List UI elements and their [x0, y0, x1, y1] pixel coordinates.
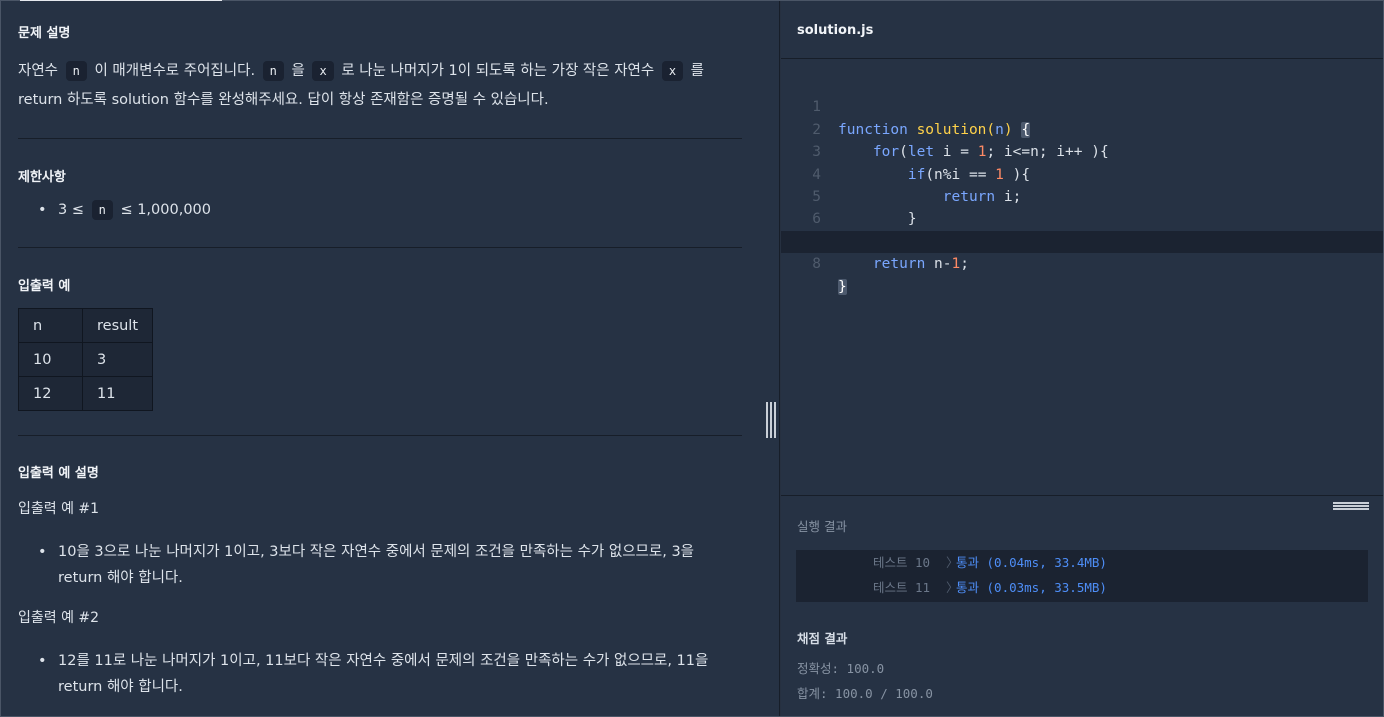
io-explain-heading: 입출력 예 설명 [18, 466, 99, 481]
results-output: 테스트 10 〉 통과 (0.04ms, 33.4MB) 테스트 11 〉 통과… [796, 550, 1368, 602]
result-line: 테스트 11 〉 통과 (0.03ms, 33.5MB) [796, 575, 1368, 600]
code-line[interactable]: 6 } [781, 186, 1383, 249]
example-1-text: 10을 3으로 나눈 나머지가 1이고, 3보다 작은 자연수 중에서 문제의 … [18, 539, 694, 591]
desc-text-5: 를 [690, 63, 705, 79]
inline-code-n: n [262, 61, 284, 81]
section-divider [18, 138, 742, 139]
table-cell: 12 [18, 376, 83, 411]
desc-text-line2: return 하도록 solution 함수를 완성해주세요. 답이 항상 존재… [18, 92, 549, 108]
problem-panel: 문제 설명 자연수 n 이 매개변수로 주어집니다. n 을 x 로 나눈 나머… [1, 1, 760, 716]
code-panel: solution.js 1 function solution(n) { 2 f… [781, 1, 1383, 716]
code-line-active[interactable]: 8 } [781, 230, 1383, 295]
inline-code-n: n [65, 61, 87, 81]
result-line: 테스트 10 〉 통과 (0.04ms, 33.4MB) [796, 550, 1368, 575]
horizontal-drag-handle-icon[interactable] [1333, 502, 1369, 510]
example-1-heading: 입출력 예 #1 [18, 501, 100, 517]
panel-splitter[interactable] [760, 1, 780, 716]
table-cell: 11 [81, 376, 154, 411]
test-label: 테스트 10 [873, 555, 931, 570]
desc-text-3: 을 [291, 63, 305, 79]
file-name: solution.js [797, 23, 874, 38]
code-line[interactable]: 4 return i; [781, 141, 1383, 205]
constraint-item: 3 ≤ n ≤ 1,000,000 [18, 197, 211, 223]
io-example-table: n result 10 3 12 11 [18, 308, 154, 411]
description-text: 자연수 n 이 매개변수로 주어집니다. n 을 x 로 나눈 나머지가 1이 … [18, 57, 704, 115]
test-result: 통과 (0.03ms, 33.5MB) [956, 580, 1107, 595]
example-2-line1: 12를 11로 나눈 나머지가 1이고, 11보다 작은 자연수 중에서 문제의… [58, 653, 709, 669]
example-1-line2: return 해야 합니다. [58, 570, 183, 586]
table-header-row: n result [18, 308, 154, 343]
editor-header: solution.js [781, 1, 1383, 59]
constraints-heading: 제한사항 [18, 170, 66, 185]
example-1-line1: 10을 3으로 나눈 나머지가 1이고, 3보다 작은 자연수 중에서 문제의 … [58, 544, 695, 560]
inline-code-n: n [91, 200, 113, 220]
inline-code-x: x [312, 61, 334, 81]
accuracy-score: 정확성: 100.0 [797, 661, 885, 676]
desc-text-4: 로 나눈 나머지가 1이 되도록 하는 가장 작은 자연수 [341, 63, 655, 79]
total-score: 합계: 100.0 / 100.0 [797, 686, 933, 701]
desc-text-1: 자연수 [18, 63, 59, 79]
example-2-heading: 입출력 예 #2 [18, 610, 100, 626]
grade-title: 채점 결과 [797, 631, 848, 646]
results-panel: 실행 결과 테스트 10 〉 통과 (0.04ms, 33.4MB) 테스트 1… [781, 495, 1383, 716]
section-divider [18, 435, 742, 436]
example-2-line2: return 해야 합니다. [58, 679, 183, 695]
code-line[interactable]: 2 for(let i = 1; i<=n; i++ ){ [781, 96, 1383, 160]
test-label: 테스트 11 [873, 580, 931, 595]
code-text[interactable]: } [838, 276, 847, 298]
table-row: 12 11 [18, 376, 154, 411]
description-heading: 문제 설명 [18, 26, 71, 41]
table-cell: 3 [81, 342, 154, 377]
inline-code-x: x [661, 61, 684, 81]
code-text[interactable]: return n-1; [838, 253, 969, 275]
table-cell: 10 [18, 342, 83, 377]
io-example-heading: 입출력 예 [18, 279, 71, 294]
results-title: 실행 결과 [797, 519, 847, 534]
table-row: 10 3 [18, 342, 154, 377]
example-2-text: 12를 11로 나눈 나머지가 1이고, 11보다 작은 자연수 중에서 문제의… [18, 648, 708, 700]
vertical-drag-handle-icon[interactable] [766, 402, 776, 438]
test-result: 통과 (0.04ms, 33.4MB) [956, 555, 1107, 570]
code-line[interactable]: 7 return n-1; [781, 208, 1383, 272]
code-line[interactable]: 3 if(n%i == 1 ){ [781, 119, 1383, 182]
table-header-cell: result [81, 308, 154, 343]
code-line[interactable]: 5 } [781, 164, 1383, 227]
code-line[interactable]: 1 function solution(n) { [781, 74, 1383, 138]
line-number: 8 [812, 256, 821, 273]
table-header-cell: n [18, 308, 83, 343]
desc-text-2: 이 매개변수로 주어집니다. [94, 63, 256, 79]
constraint-pre: 3 ≤ [58, 202, 84, 218]
code-editor[interactable]: 1 function solution(n) { 2 for(let i = 1… [781, 74, 1383, 295]
section-divider [18, 247, 742, 248]
constraint-post: ≤ 1,000,000 [120, 202, 211, 218]
